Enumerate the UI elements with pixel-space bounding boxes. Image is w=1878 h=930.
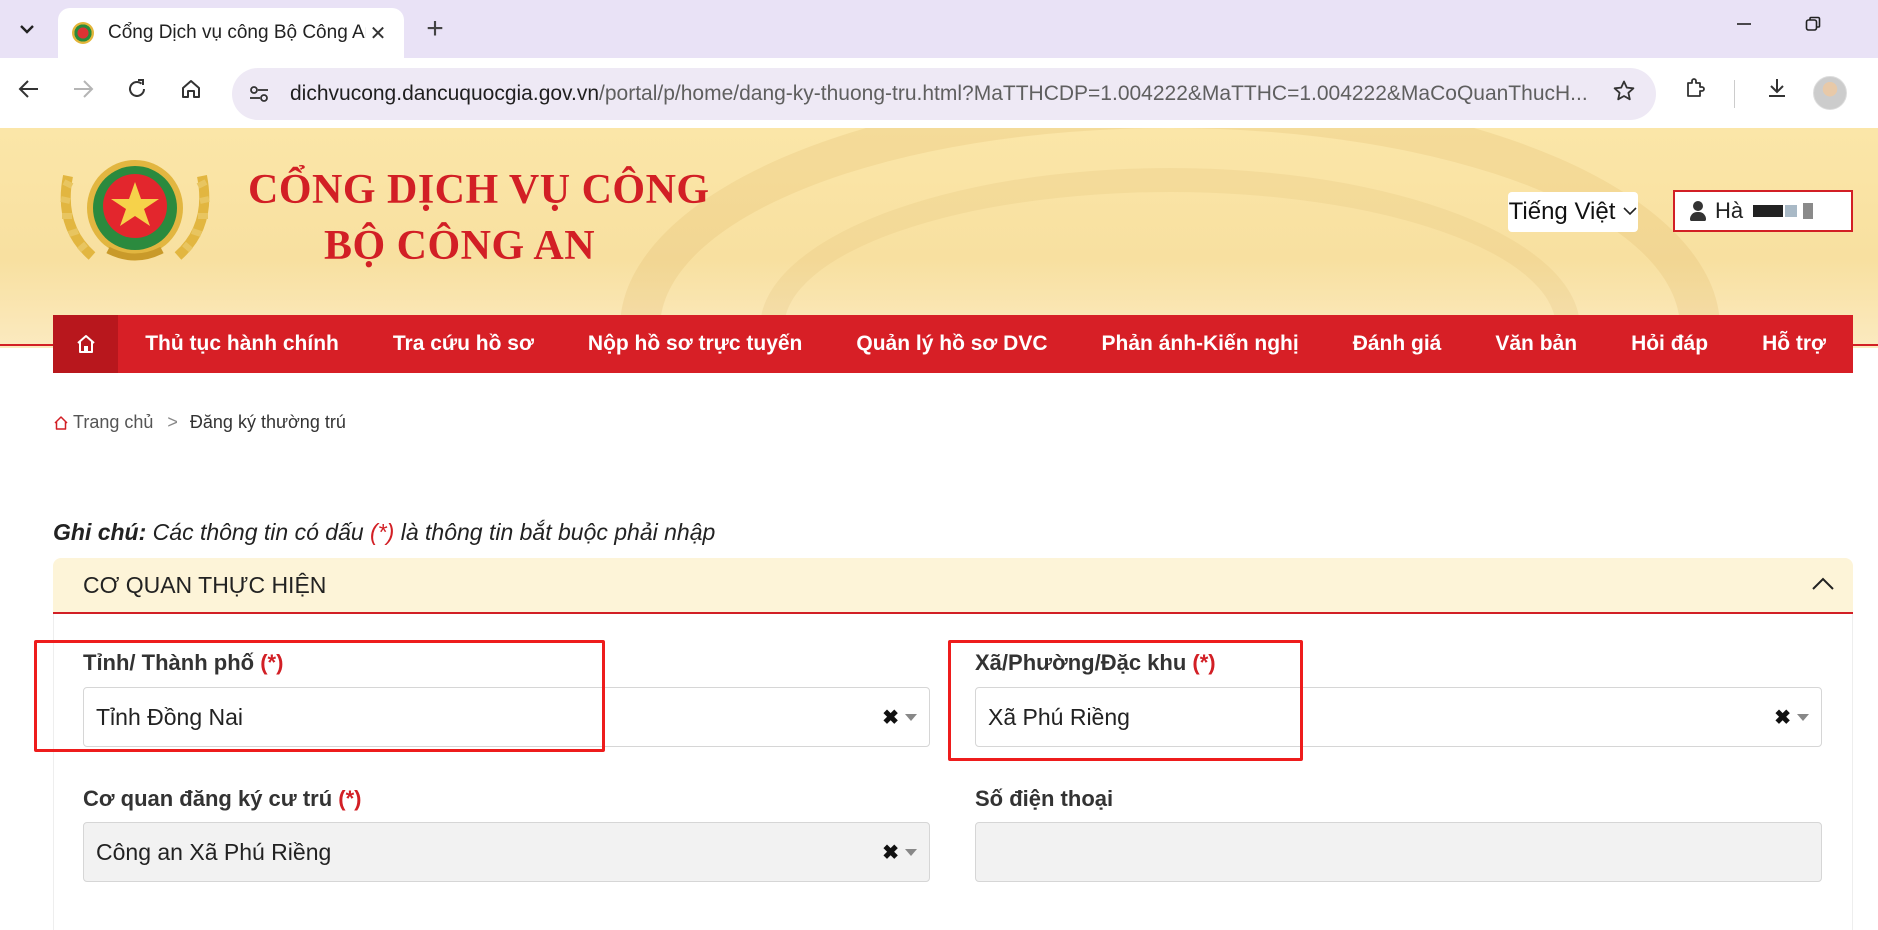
agency-value: Công an Xã Phú Riềng	[96, 838, 332, 865]
clear-icon[interactable]: ✖	[882, 705, 899, 730]
police-emblem-logo[interactable]	[52, 146, 218, 278]
nav-item-tra-cuu[interactable]: Tra cứu hồ sơ	[393, 332, 534, 356]
main-nav: Thủ tục hành chính Tra cứu hồ sơ Nộp hồ …	[53, 315, 1853, 373]
agency-label: Cơ quan đăng ký cư trú (*)	[83, 786, 362, 811]
site-title-line2: BỘ CÔNG AN	[324, 223, 596, 269]
note-text-after: là thông tin bắt buộc phải nhập	[394, 519, 716, 545]
breadcrumb-home-label: Trang chủ	[73, 412, 154, 432]
site-title-line1: CỔNG DỊCH VỤ CÔNG	[248, 167, 710, 213]
nav-home-icon[interactable]	[53, 315, 119, 373]
nav-item-thu-tuc[interactable]: Thủ tục hành chính	[145, 332, 339, 356]
new-tab-button[interactable]: +	[420, 14, 450, 44]
url-host: dichvucong.dancuquocgia.gov.vn	[290, 82, 600, 105]
minimize-icon[interactable]	[1729, 12, 1759, 38]
home-icon[interactable]	[174, 76, 208, 110]
agency-select[interactable]: Công an Xã Phú Riềng ✖	[83, 822, 930, 882]
section-title: CƠ QUAN THỰC HIỆN	[83, 571, 327, 598]
note-text-before: Các thông tin có dấu	[146, 519, 371, 545]
restore-icon[interactable]	[1798, 12, 1828, 38]
nav-item-quan-ly[interactable]: Quản lý hồ sơ DVC	[856, 332, 1047, 356]
nav-item-phan-anh[interactable]: Phản ánh-Kiến nghị	[1102, 332, 1299, 356]
breadcrumb-current: Đăng ký thường trú	[189, 412, 346, 432]
ward-label: Xã/Phường/Đặc khu (*)	[975, 650, 1216, 675]
province-select[interactable]: Tỉnh Đồng Nai ✖	[83, 687, 930, 747]
chevron-up-icon[interactable]	[1793, 574, 1853, 597]
breadcrumb-separator: >	[167, 412, 178, 432]
phone-label: Số điện thoại	[975, 786, 1114, 811]
section-header-co-quan[interactable]: CƠ QUAN THỰC HIỆN	[53, 558, 1853, 614]
breadcrumb: Trang chủ > Đăng ký thường trú	[53, 412, 346, 433]
reload-icon[interactable]	[120, 76, 154, 110]
caret-down-icon[interactable]	[905, 848, 917, 856]
toolbar-divider	[1734, 80, 1735, 108]
province-value: Tỉnh Đồng Nai	[96, 703, 244, 730]
redacted-block	[1753, 205, 1784, 217]
language-select[interactable]: Tiếng Việt	[1508, 192, 1638, 232]
download-icon[interactable]	[1760, 76, 1794, 110]
nav-item-ho-tro[interactable]: Hỗ trợ	[1762, 332, 1826, 356]
redacted-block	[1785, 205, 1798, 217]
back-arrow-icon[interactable]	[12, 76, 46, 110]
browser-tab[interactable]: Cổng Dịch vụ công Bộ Công An ✕	[58, 8, 404, 58]
forward-arrow-icon[interactable]	[66, 76, 100, 110]
user-account-button[interactable]: Hà	[1673, 190, 1853, 232]
language-label: Tiếng Việt	[1508, 198, 1616, 225]
tab-title: Cổng Dịch vụ công Bộ Công An	[108, 22, 366, 43]
phone-input[interactable]	[975, 822, 1822, 882]
user-icon	[1689, 201, 1707, 221]
ward-value: Xã Phú Riềng	[988, 703, 1130, 730]
bookmark-star-icon[interactable]	[1604, 79, 1644, 110]
url-text[interactable]: dichvucong.dancuquocgia.gov.vn/portal/p/…	[290, 82, 1604, 106]
address-bar[interactable]: dichvucong.dancuquocgia.gov.vn/portal/p/…	[232, 68, 1656, 120]
nav-item-nop-ho-so[interactable]: Nộp hồ sơ trực tuyến	[588, 332, 802, 356]
note-required-mark: (*)	[370, 519, 395, 545]
tab-list-icon[interactable]	[8, 10, 46, 48]
profile-avatar[interactable]	[1813, 76, 1847, 110]
redacted-block	[1803, 203, 1814, 219]
breadcrumb-home-link[interactable]: Trang chủ	[53, 412, 153, 433]
browser-toolbar: dichvucong.dancuquocgia.gov.vn/portal/p/…	[0, 58, 1878, 128]
close-tab-icon[interactable]: ✕	[366, 21, 390, 46]
required-note: Ghi chú: Các thông tin có dấu (*) là thô…	[53, 519, 715, 546]
home-icon	[54, 415, 68, 430]
section-body	[53, 614, 1853, 930]
caret-down-icon[interactable]	[1797, 713, 1809, 721]
user-name: Hà	[1715, 198, 1744, 223]
url-path: /portal/p/home/dang-ky-thuong-tru.html?M…	[599, 82, 1588, 105]
browser-tab-bar: Cổng Dịch vụ công Bộ Công An ✕ +	[0, 0, 1878, 58]
extensions-icon[interactable]	[1678, 76, 1712, 110]
note-label: Ghi chú:	[53, 519, 147, 545]
clear-icon[interactable]: ✖	[882, 840, 899, 865]
site-info-icon[interactable]	[240, 75, 278, 113]
province-label: Tỉnh/ Thành phố (*)	[83, 650, 284, 675]
nav-item-van-ban[interactable]: Văn bản	[1495, 332, 1577, 356]
clear-icon[interactable]: ✖	[1774, 705, 1791, 730]
nav-item-hoi-dap[interactable]: Hỏi đáp	[1631, 332, 1708, 356]
nav-item-danh-gia[interactable]: Đánh giá	[1353, 332, 1442, 356]
caret-down-icon[interactable]	[905, 713, 917, 721]
chevron-down-icon	[1623, 203, 1637, 221]
ward-select[interactable]: Xã Phú Riềng ✖	[975, 687, 1822, 747]
site-favicon-icon	[72, 22, 94, 44]
